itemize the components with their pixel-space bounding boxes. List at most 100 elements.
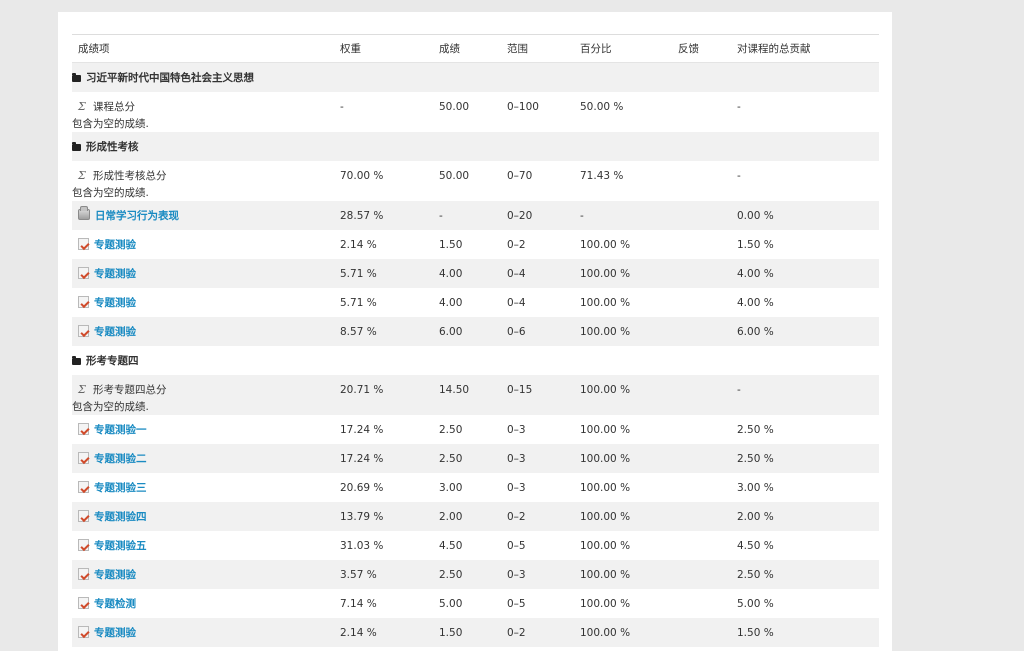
grade-item-link[interactable]: 专题测验三 — [94, 482, 147, 494]
item-name-cell: Σ 课程总分 包含为空的成绩. — [72, 92, 334, 132]
percentage-value: 100.00 % — [580, 384, 631, 396]
range-cell: 0–3 — [507, 568, 526, 581]
grade-cell: 5.00 — [439, 597, 463, 610]
quiz-icon — [78, 539, 89, 551]
grade-item-row: 专题测验四 13.79 % 2.00 0–2 100.00 % 2.00 % — [72, 502, 879, 531]
contribution-cell: 2.00 % — [737, 510, 774, 523]
grade-cell: 1.50 — [439, 238, 463, 251]
grade-item-row: 专题测验 5.71 % 4.00 0–4 100.00 % 4.00 % — [72, 288, 879, 317]
contribution-value: - — [737, 170, 741, 182]
feedback-cell — [672, 259, 731, 288]
grade-cell: 50.00 — [433, 161, 501, 201]
grade-cell: 4.00 — [439, 296, 463, 309]
item-name-cell: 专题测验一 — [72, 415, 334, 444]
weight-cell: 5.71 % — [340, 296, 377, 309]
contribution-cell: - — [731, 92, 879, 132]
grade-item-link[interactable]: 专题测验 — [94, 297, 136, 309]
percentage-value: 50.00 % — [580, 101, 624, 113]
grade-item-link[interactable]: 专题检测 — [94, 598, 136, 610]
grade-item-link[interactable]: 专题测验四 — [94, 511, 147, 523]
contribution-cell: 2.50 % — [737, 452, 774, 465]
grade-cell: 50.00 — [433, 92, 501, 132]
column-header-contribution: 对课程的总贡献 — [731, 34, 879, 63]
range-cell: 0–5 — [507, 597, 526, 610]
quiz-icon — [78, 238, 89, 250]
feedback-cell — [672, 473, 731, 502]
contribution-cell: 1.50 % — [737, 238, 774, 251]
category-name-cell: 形成性考核 — [72, 132, 879, 161]
grade-item-row: 专题检测 7.14 % 5.00 0–5 100.00 % 5.00 % — [72, 589, 879, 618]
grade-item-link[interactable]: 专题测验一 — [94, 424, 147, 436]
grade-item-link[interactable]: 日常学习行为表现 — [95, 210, 179, 222]
weight-cell: - — [334, 92, 433, 132]
range-cell: 0–2 — [507, 510, 526, 523]
percentage-cell: 50.00 % — [574, 92, 672, 132]
contribution-cell: 6.00 % — [737, 325, 774, 338]
category-total-row: Σ 形成性考核总分 包含为空的成绩. 70.00 % 50.00 0–70 71.43 % - — [72, 161, 879, 201]
feedback-value — [678, 375, 731, 384]
weight-cell: 2.14 % — [340, 238, 377, 251]
table-header-row: 成绩项 权重 成绩 范围 百分比 反馈 对课程的总贡献 — [72, 34, 879, 63]
quiz-icon — [78, 423, 89, 435]
item-name-cell: Σ 形考专题四总分 包含为空的成绩. — [72, 375, 334, 415]
weight-cell: 20.71 % — [334, 375, 433, 415]
sigma-icon: Σ — [78, 100, 86, 113]
grade-item-link[interactable]: 专题测验 — [94, 239, 136, 251]
grade-item-link[interactable]: 专题测验 — [94, 569, 136, 581]
percentage-cell: - — [580, 209, 584, 222]
category-name: 形成性考核 — [86, 141, 139, 153]
weight-cell: 28.57 % — [340, 209, 384, 222]
contribution-cell: 4.00 % — [737, 267, 774, 280]
grade-value: 14.50 — [439, 384, 470, 396]
contribution-cell: 0.00 % — [737, 209, 774, 222]
item-name-cell: 专题测验 — [72, 259, 334, 288]
item-name-cell: 专题测验三 — [72, 473, 334, 502]
grade-value: 50.00 — [439, 170, 470, 182]
range-cell: 0–70 — [501, 161, 574, 201]
range-value: 0–15 — [507, 384, 533, 396]
folder-icon — [72, 73, 81, 82]
range-cell: 0–2 — [507, 238, 526, 251]
item-name-cell: 专题测验五 — [72, 531, 334, 560]
folder-icon — [72, 356, 81, 365]
range-value: 0–100 — [507, 101, 539, 113]
grade-item-row: 专题测验 5.71 % 4.00 0–4 100.00 % 4.00 % — [72, 259, 879, 288]
contribution-value: - — [737, 101, 741, 113]
grade-item-link[interactable]: 专题测验 — [94, 268, 136, 280]
range-cell: 0–2 — [507, 626, 526, 639]
grade-item-row: 专题测验 2.14 % 1.50 0–2 100.00 % 1.50 % — [72, 230, 879, 259]
percentage-cell: 100.00 % — [580, 238, 631, 251]
grade-item-link[interactable]: 专题测验 — [94, 326, 136, 338]
grade-item-row: 专题测验 8.57 % 6.00 0–6 100.00 % 6.00 % — [72, 317, 879, 346]
weight-cell: 3.57 % — [340, 568, 377, 581]
weight-cell: 70.00 % — [334, 161, 433, 201]
weight-cell: 31.03 % — [340, 539, 384, 552]
percentage-cell: 100.00 % — [580, 597, 631, 610]
range-cell: 0–4 — [507, 296, 526, 309]
grade-item-link[interactable]: 专题测验二 — [94, 453, 147, 465]
contribution-cell: 3.00 % — [737, 481, 774, 494]
percentage-cell: 100.00 % — [580, 423, 631, 436]
grade-item-link[interactable]: 专题测验 — [94, 627, 136, 639]
grade-cell: 4.50 — [439, 539, 463, 552]
grade-item-link[interactable]: 专题测验五 — [94, 540, 147, 552]
feedback-cell — [672, 589, 731, 618]
range-cell: 0–3 — [507, 423, 526, 436]
item-name-cell: 专题测验 — [72, 230, 334, 259]
feedback-cell — [672, 560, 731, 589]
grade-value: 50.00 — [439, 101, 470, 113]
item-name-cell: 专题测验 — [72, 560, 334, 589]
feedback-cell — [672, 201, 731, 230]
grade-cell: 4.00 — [439, 267, 463, 280]
feedback-cell — [672, 531, 731, 560]
aggregation-note: 包含为空的成绩. — [72, 118, 149, 130]
category-total-name: 形考专题四总分 — [93, 384, 167, 396]
weight-cell: 17.24 % — [340, 423, 384, 436]
quiz-icon — [78, 568, 89, 580]
percentage-cell: 71.43 % — [574, 161, 672, 201]
item-name-cell: 日常学习行为表现 — [72, 201, 334, 230]
grade-item-row: 日常学习行为表现 28.57 % - 0–20 - 0.00 % — [72, 201, 879, 230]
contribution-cell: 4.00 % — [737, 296, 774, 309]
weight-cell: 5.71 % — [340, 267, 377, 280]
quiz-icon — [78, 597, 89, 609]
